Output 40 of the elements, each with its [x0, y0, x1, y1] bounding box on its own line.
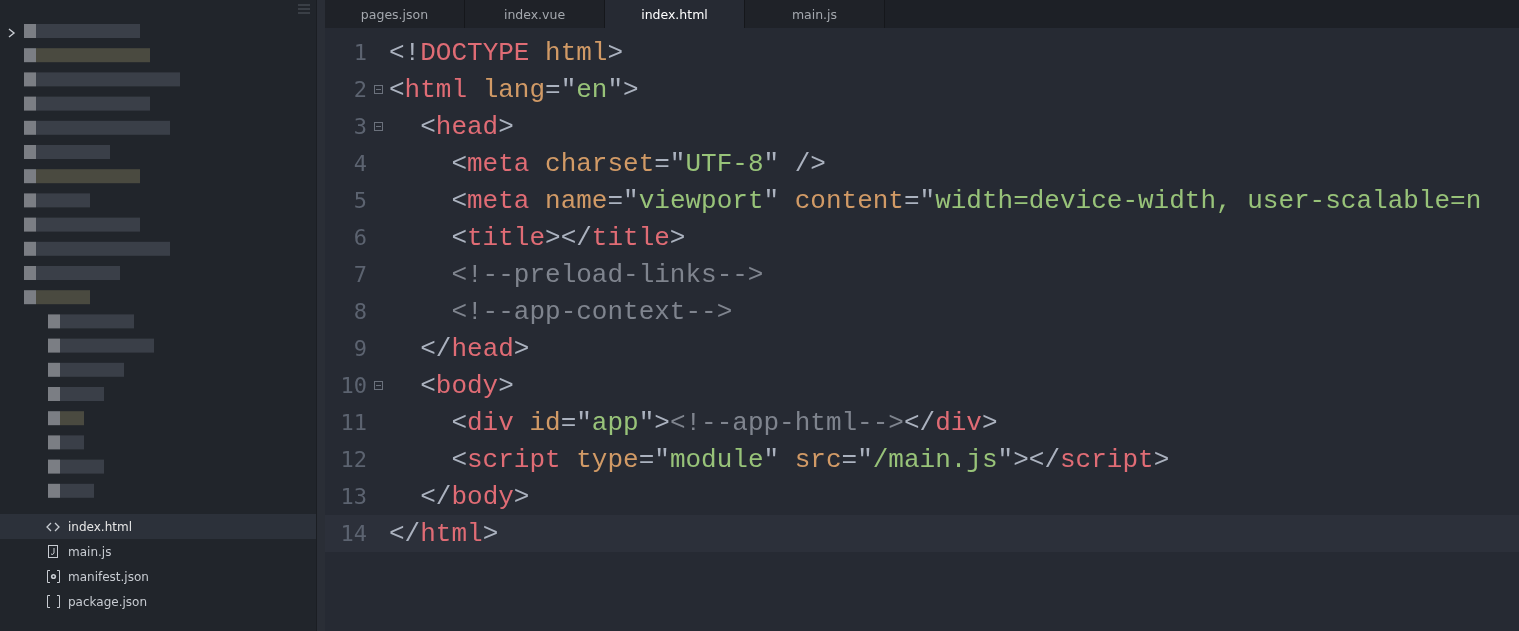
line-number: 4 [352, 151, 367, 176]
code-line: <title></title> [450, 222, 686, 253]
file-item[interactable]: manifest.json [0, 564, 316, 589]
code-line: <!DOCTYPE html> [389, 37, 624, 68]
code-line: <div id="app"><!--app-html--></div> [450, 407, 998, 438]
brackets-icon [46, 595, 60, 608]
line-number: 11 [339, 410, 367, 435]
file-icon [48, 545, 58, 558]
chevron-icon[interactable] [8, 28, 16, 38]
gear-file-icon [46, 570, 60, 583]
fold-icon[interactable] [373, 85, 383, 94]
line-number: 13 [339, 484, 367, 509]
code-line: </html> [389, 518, 499, 549]
code-icon [46, 521, 60, 532]
line-number: 8 [352, 299, 367, 324]
code-line: <meta charset="UTF-8" /> [450, 148, 826, 179]
line-number: 1 [352, 40, 367, 65]
code-line: <meta name="viewport" content="width=device-width, user-scalable=n [450, 185, 1482, 216]
code-line: <!--preload-links--> [450, 259, 764, 290]
line-number: 2 [352, 77, 367, 102]
code-line: </head> [419, 333, 530, 364]
line-number: 5 [352, 188, 367, 213]
line-number: 10 [339, 373, 367, 398]
line-number: 3 [352, 114, 367, 139]
code-line: <html lang="en"> [389, 74, 639, 105]
code-line: <script type="module" src="/main.js"></script> [450, 444, 1170, 475]
file-item[interactable]: main.js [0, 539, 316, 564]
file-item[interactable]: package.json [0, 589, 316, 614]
line-number: 12 [339, 447, 367, 472]
code-line: <body> [419, 370, 514, 401]
code-line: </body> [419, 481, 530, 512]
line-number: 6 [352, 225, 367, 250]
fold-icon[interactable] [373, 381, 383, 390]
file-tab[interactable]: index.html [605, 0, 745, 28]
line-number: 9 [352, 336, 367, 361]
fold-icon[interactable] [373, 122, 383, 131]
file-item[interactable]: index.html [0, 514, 316, 539]
code-line: <head> [419, 111, 514, 142]
code-line: <!--app-context--> [450, 296, 733, 327]
line-number: 7 [352, 262, 367, 287]
